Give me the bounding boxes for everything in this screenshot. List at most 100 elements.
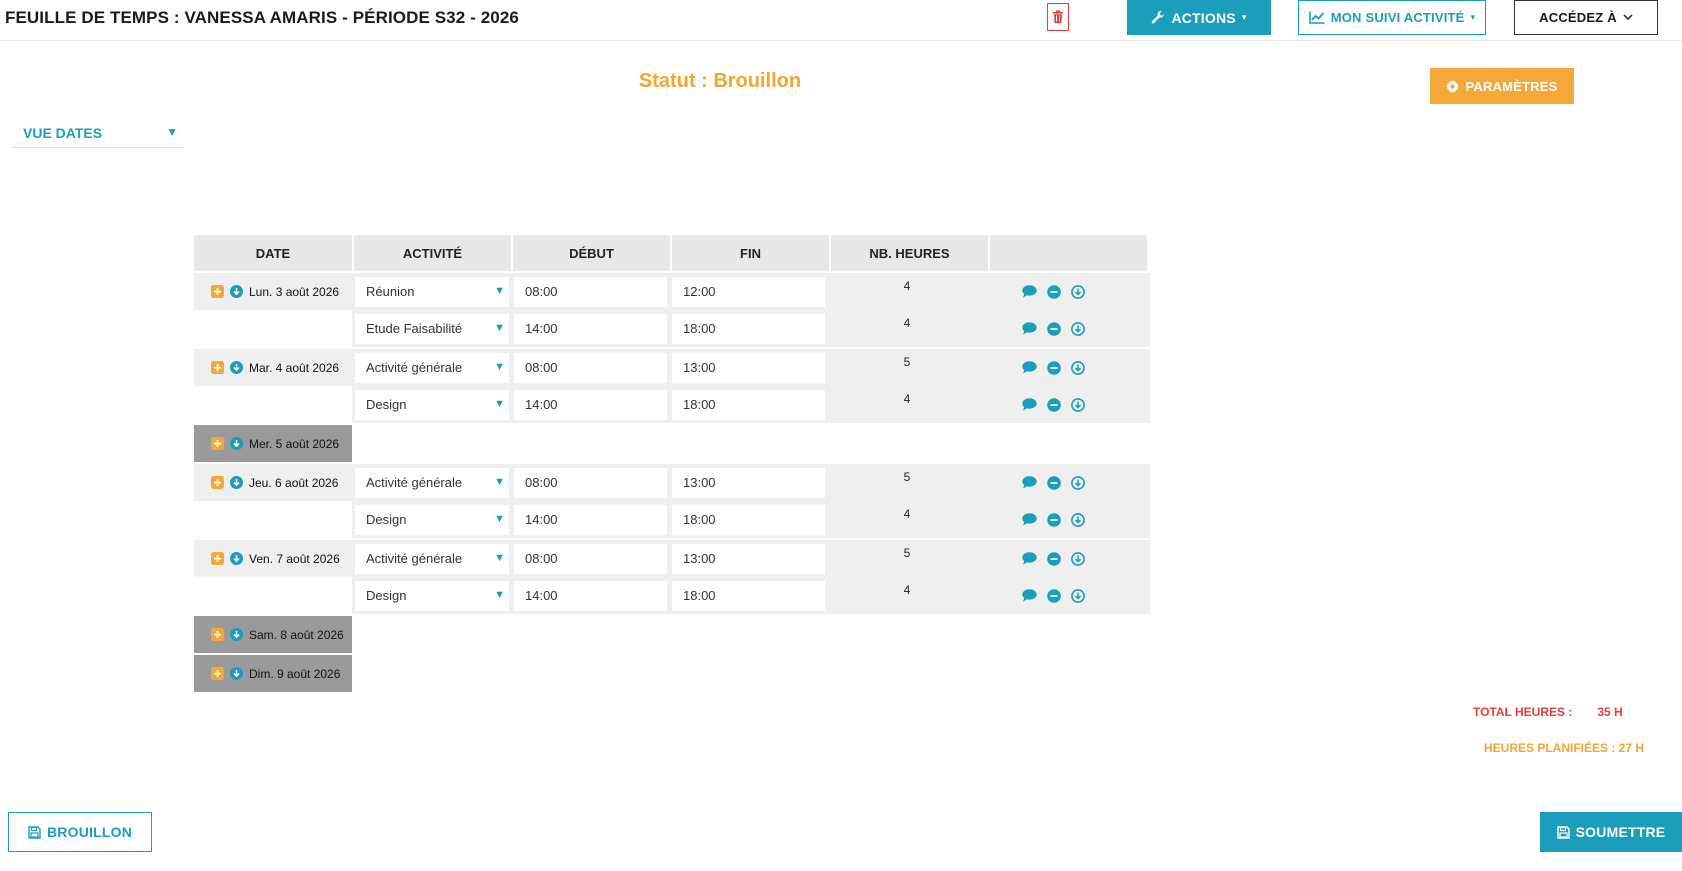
save-draft-button[interactable]: BROUILLON — [8, 812, 152, 852]
comment-button[interactable] — [1021, 589, 1037, 602]
arrow-circle-down-icon[interactable] — [230, 437, 243, 450]
minus-circle-icon[interactable] — [1046, 512, 1061, 527]
comment-icon[interactable] — [1021, 361, 1037, 374]
activity-select[interactable]: Design ▼ — [355, 580, 509, 611]
minus-circle-icon[interactable] — [1046, 360, 1061, 375]
start-time-input[interactable]: 08:00 — [514, 276, 667, 307]
activity-select[interactable]: Activité générale ▼ — [355, 352, 509, 383]
comment-icon[interactable] — [1021, 285, 1037, 298]
plus-square-icon[interactable] — [211, 628, 224, 641]
duplicate-entry-button[interactable] — [1070, 551, 1085, 566]
remove-entry-button[interactable] — [1046, 397, 1061, 412]
delete-button[interactable] — [1047, 3, 1069, 31]
comment-icon[interactable] — [1021, 322, 1037, 335]
download-circle-icon[interactable] — [1070, 284, 1085, 299]
duplicate-entry-button[interactable] — [1070, 321, 1085, 336]
end-time-input[interactable]: 13:00 — [672, 467, 825, 498]
add-entry-button[interactable] — [211, 437, 224, 450]
access-menu-button[interactable]: ACCÉDEZ À — [1514, 0, 1658, 35]
plus-square-icon[interactable] — [211, 437, 224, 450]
minus-circle-icon[interactable] — [1046, 321, 1061, 336]
add-entry-button[interactable] — [211, 476, 224, 489]
minus-circle-icon[interactable] — [1046, 475, 1061, 490]
duplicate-entry-button[interactable] — [1070, 284, 1085, 299]
activity-tracking-button[interactable]: MON SUIVI ACTIVITÉ ▾ — [1298, 0, 1486, 35]
add-entry-button[interactable] — [211, 552, 224, 565]
remove-entry-button[interactable] — [1046, 321, 1061, 336]
add-entry-button[interactable] — [211, 667, 224, 680]
duplicate-entry-button[interactable] — [1070, 360, 1085, 375]
download-circle-icon[interactable] — [1070, 588, 1085, 603]
end-time-input[interactable]: 18:00 — [672, 389, 825, 420]
plus-square-icon[interactable] — [211, 476, 224, 489]
remove-entry-button[interactable] — [1046, 475, 1061, 490]
remove-entry-button[interactable] — [1046, 512, 1061, 527]
download-circle-icon[interactable] — [1070, 321, 1085, 336]
plus-square-icon[interactable] — [211, 667, 224, 680]
end-time-input[interactable]: 18:00 — [672, 580, 825, 611]
settings-button[interactable]: PARAMÈTRES — [1430, 68, 1574, 104]
end-time-input[interactable]: 18:00 — [672, 313, 825, 344]
end-time-input[interactable]: 13:00 — [672, 543, 825, 574]
copy-day-button[interactable] — [230, 476, 243, 489]
download-circle-icon[interactable] — [1070, 551, 1085, 566]
remove-entry-button[interactable] — [1046, 360, 1061, 375]
comment-button[interactable] — [1021, 476, 1037, 489]
submit-button[interactable]: SOUMETTRE — [1540, 812, 1682, 852]
start-time-input[interactable]: 14:00 — [514, 313, 667, 344]
end-time-input[interactable]: 13:00 — [672, 352, 825, 383]
comment-button[interactable] — [1021, 513, 1037, 526]
plus-square-icon[interactable] — [211, 285, 224, 298]
minus-circle-icon[interactable] — [1046, 551, 1061, 566]
remove-entry-button[interactable] — [1046, 588, 1061, 603]
download-circle-icon[interactable] — [1070, 512, 1085, 527]
start-time-input[interactable]: 08:00 — [514, 352, 667, 383]
duplicate-entry-button[interactable] — [1070, 588, 1085, 603]
actions-button[interactable]: ACTIONS ▾ — [1127, 0, 1271, 35]
copy-day-button[interactable] — [230, 437, 243, 450]
comment-button[interactable] — [1021, 322, 1037, 335]
view-selector[interactable]: VUE DATES ▼ — [12, 122, 184, 148]
start-time-input[interactable]: 14:00 — [514, 389, 667, 420]
download-circle-icon[interactable] — [1070, 360, 1085, 375]
remove-entry-button[interactable] — [1046, 284, 1061, 299]
activity-select[interactable]: Activité générale ▼ — [355, 467, 509, 498]
start-time-input[interactable]: 08:00 — [514, 543, 667, 574]
comment-icon[interactable] — [1021, 589, 1037, 602]
minus-circle-icon[interactable] — [1046, 284, 1061, 299]
comment-icon[interactable] — [1021, 476, 1037, 489]
arrow-circle-down-icon[interactable] — [230, 667, 243, 680]
comment-icon[interactable] — [1021, 513, 1037, 526]
start-time-input[interactable]: 14:00 — [514, 504, 667, 535]
add-entry-button[interactable] — [211, 628, 224, 641]
remove-entry-button[interactable] — [1046, 551, 1061, 566]
activity-select[interactable]: Réunion ▼ — [355, 276, 509, 307]
activity-select[interactable]: Design ▼ — [355, 389, 509, 420]
add-entry-button[interactable] — [211, 361, 224, 374]
activity-select[interactable]: Etude Faisabilité ▼ — [355, 313, 509, 344]
copy-day-button[interactable] — [230, 552, 243, 565]
copy-day-button[interactable] — [230, 628, 243, 641]
copy-day-button[interactable] — [230, 285, 243, 298]
arrow-circle-down-icon[interactable] — [230, 476, 243, 489]
end-time-input[interactable]: 12:00 — [672, 276, 825, 307]
comment-icon[interactable] — [1021, 398, 1037, 411]
arrow-circle-down-icon[interactable] — [230, 628, 243, 641]
plus-square-icon[interactable] — [211, 361, 224, 374]
minus-circle-icon[interactable] — [1046, 397, 1061, 412]
comment-button[interactable] — [1021, 285, 1037, 298]
add-entry-button[interactable] — [211, 285, 224, 298]
activity-select[interactable]: Activité générale ▼ — [355, 543, 509, 574]
plus-square-icon[interactable] — [211, 552, 224, 565]
duplicate-entry-button[interactable] — [1070, 397, 1085, 412]
download-circle-icon[interactable] — [1070, 475, 1085, 490]
start-time-input[interactable]: 08:00 — [514, 467, 667, 498]
start-time-input[interactable]: 14:00 — [514, 580, 667, 611]
arrow-circle-down-icon[interactable] — [230, 361, 243, 374]
comment-button[interactable] — [1021, 361, 1037, 374]
comment-icon[interactable] — [1021, 552, 1037, 565]
activity-select[interactable]: Design ▼ — [355, 504, 509, 535]
arrow-circle-down-icon[interactable] — [230, 552, 243, 565]
download-circle-icon[interactable] — [1070, 397, 1085, 412]
duplicate-entry-button[interactable] — [1070, 475, 1085, 490]
